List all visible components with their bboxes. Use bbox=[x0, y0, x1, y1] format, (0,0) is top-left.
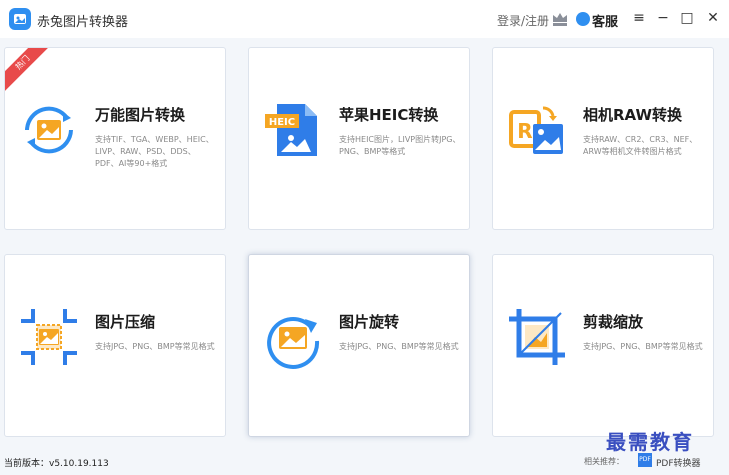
card-title: 剪裁缩放 bbox=[583, 313, 644, 331]
version-label: 当前版本：v5.10.19.113 bbox=[4, 459, 109, 469]
related-recommend-label: 相关推荐： bbox=[584, 457, 624, 466]
card-heic-convert[interactable]: HEIC 苹果HEIC转换 支持HEIC图片，LIVP图片转JPG、PNG、BM… bbox=[248, 47, 470, 230]
card-description: 支持TIF、TGA、WEBP、HEIC、LIVP、RAW、PSD、DDS、PDF… bbox=[95, 135, 214, 168]
svg-text:HEIC: HEIC bbox=[269, 117, 295, 128]
svg-text:R: R bbox=[517, 119, 532, 143]
heic-file-icon: HEIC bbox=[261, 98, 325, 162]
card-compress[interactable]: 图片压缩 支持JPG、PNG、BMP等常见格式 bbox=[4, 254, 226, 437]
compress-image-icon bbox=[17, 305, 81, 369]
card-title: 苹果HEIC转换 bbox=[339, 106, 439, 124]
minimize-button[interactable]: − bbox=[654, 9, 672, 27]
pdf-icon[interactable]: PDF bbox=[638, 453, 652, 467]
card-crop-resize[interactable]: 剪裁缩放 支持JPG、PNG、BMP等常见格式 bbox=[492, 254, 714, 437]
card-title: 图片旋转 bbox=[339, 313, 400, 331]
customer-service-icon[interactable] bbox=[576, 12, 590, 26]
login-register-link[interactable]: 登录/注册 bbox=[497, 12, 549, 29]
app-logo-icon bbox=[9, 8, 31, 30]
card-description: 支持JPG、PNG、BMP等常见格式 bbox=[339, 342, 459, 351]
raw-convert-icon: R bbox=[505, 98, 569, 162]
maximize-button[interactable]: □ bbox=[678, 9, 696, 27]
card-universal-convert[interactable]: 热门 万能图片转换 支持TIF、TGA、WEBP、HEIC、LIVP、RAW、P… bbox=[4, 47, 226, 230]
close-button[interactable]: ✕ bbox=[704, 9, 722, 27]
menu-icon[interactable]: ≡ bbox=[630, 9, 648, 27]
card-title: 相机RAW转换 bbox=[583, 106, 683, 124]
card-description: 支持RAW、CR2、CR3、NEF、ARW等相机文件转图片格式 bbox=[583, 135, 698, 156]
title-bar: 赤兔图片转换器 登录/注册 客服 ≡ − □ ✕ bbox=[0, 0, 729, 38]
card-raw-convert[interactable]: R 相机RAW转换 支持RAW、CR2、CR3、NEF、ARW等相机文件转图片格… bbox=[492, 47, 714, 230]
hot-badge: 热门 bbox=[5, 48, 51, 94]
pdf-converter-link[interactable]: PDF转换器 bbox=[656, 456, 701, 469]
card-title: 图片压缩 bbox=[95, 313, 156, 331]
watermark-logo: 最需教育 bbox=[606, 430, 694, 454]
refresh-image-icon bbox=[17, 98, 81, 162]
rotate-image-icon bbox=[261, 305, 325, 369]
card-description: 支持JPG、PNG、BMP等常见格式 bbox=[95, 342, 215, 351]
card-rotate[interactable]: 图片旋转 支持JPG、PNG、BMP等常见格式 bbox=[248, 254, 470, 437]
card-title: 万能图片转换 bbox=[95, 106, 186, 124]
card-description: 支持HEIC图片，LIVP图片转JPG、PNG、BMP等格式 bbox=[339, 135, 461, 156]
customer-service-button[interactable]: 客服 bbox=[592, 11, 618, 30]
app-title: 赤兔图片转换器 bbox=[37, 15, 129, 30]
card-description: 支持JPG、PNG、BMP等常见格式 bbox=[583, 342, 703, 351]
crop-icon bbox=[505, 305, 569, 369]
vip-crown-icon[interactable] bbox=[550, 9, 570, 29]
